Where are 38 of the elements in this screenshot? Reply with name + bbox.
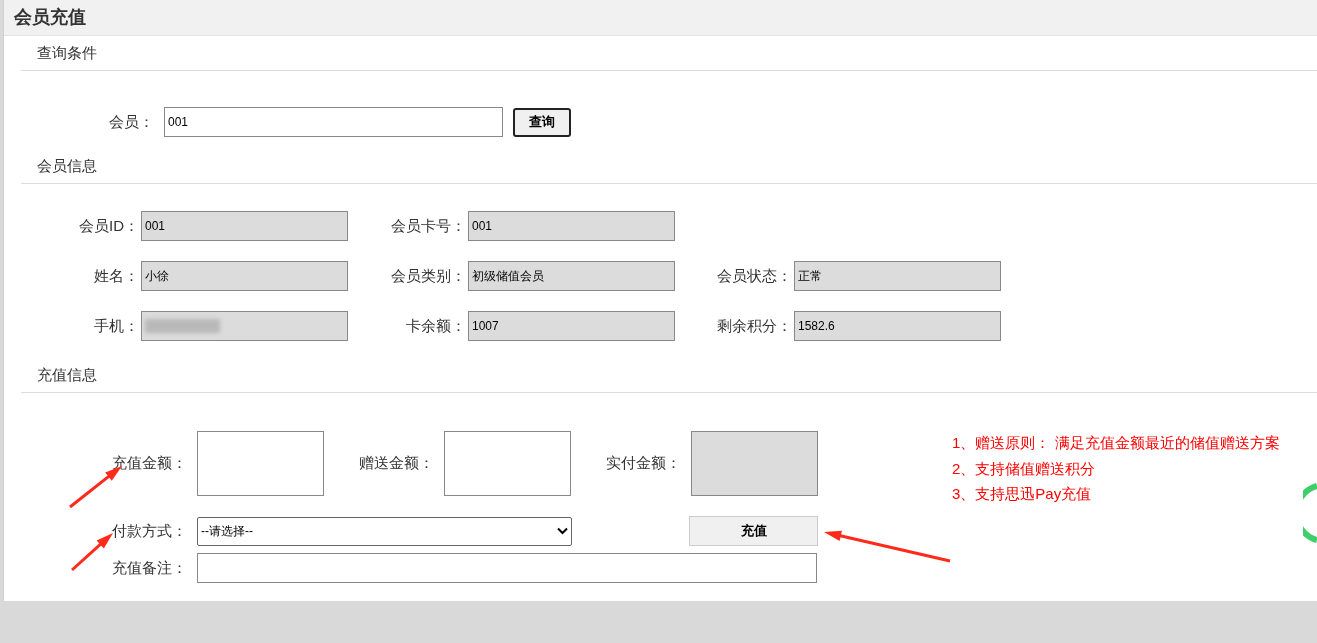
readonly-field: 正常 [794, 261, 1001, 291]
section-heading: 查询条件 [37, 42, 97, 63]
member-input[interactable]: 001 [164, 107, 503, 137]
readonly-field: 小徐 [141, 261, 348, 291]
field-label: 姓名： [93, 265, 139, 286]
arrow [71, 533, 113, 572]
field-label: 剩余积分： [716, 315, 792, 336]
readonly-field: 1582.6 [794, 311, 1001, 341]
field-label: 付款方式： [111, 520, 187, 541]
field-label: 充值备注： [111, 557, 187, 578]
field-label: 会员： [108, 111, 154, 132]
field-label: 实付金额： [605, 453, 681, 474]
remark-input[interactable] [197, 553, 817, 583]
payment-select[interactable]: --请选择-- [197, 516, 572, 546]
readonly-field: 初级储值会员 [468, 261, 675, 291]
field-label: 充值金额： [111, 453, 187, 474]
note-text: 1、赠送原则： 满足充值金额最近的储值赠送方案 [952, 433, 1280, 453]
field-label: 会员卡号： [390, 215, 466, 236]
field-label: 手机： [93, 315, 139, 336]
readonly-field: 1007 [468, 311, 675, 341]
note-text: 3、支持思迅Pay充值 [952, 484, 1093, 504]
field-label: 会员状态： [716, 265, 792, 286]
ring-icon [1303, 483, 1317, 543]
field-label: 卡余额： [405, 315, 466, 336]
section-heading: 会员信息 [37, 155, 97, 176]
field-label: 会员ID： [78, 215, 139, 236]
readonly-field: 001 [141, 211, 348, 241]
field-label: 赠送金额： [358, 453, 434, 474]
note-text: 2、支持储值赠送积分 [952, 458, 1097, 479]
field-label: 会员类别： [390, 265, 466, 286]
page-title: 会员充值 [14, 6, 86, 29]
query-button[interactable]: 查询 [513, 107, 571, 137]
section-heading: 充值信息 [37, 364, 97, 385]
amount-field[interactable] [444, 431, 571, 496]
recharge-button[interactable]: 充值 [689, 516, 818, 546]
chevron-down-icon [557, 527, 568, 535]
amount-field[interactable] [197, 431, 324, 496]
readonly-field: 001 [468, 211, 675, 241]
